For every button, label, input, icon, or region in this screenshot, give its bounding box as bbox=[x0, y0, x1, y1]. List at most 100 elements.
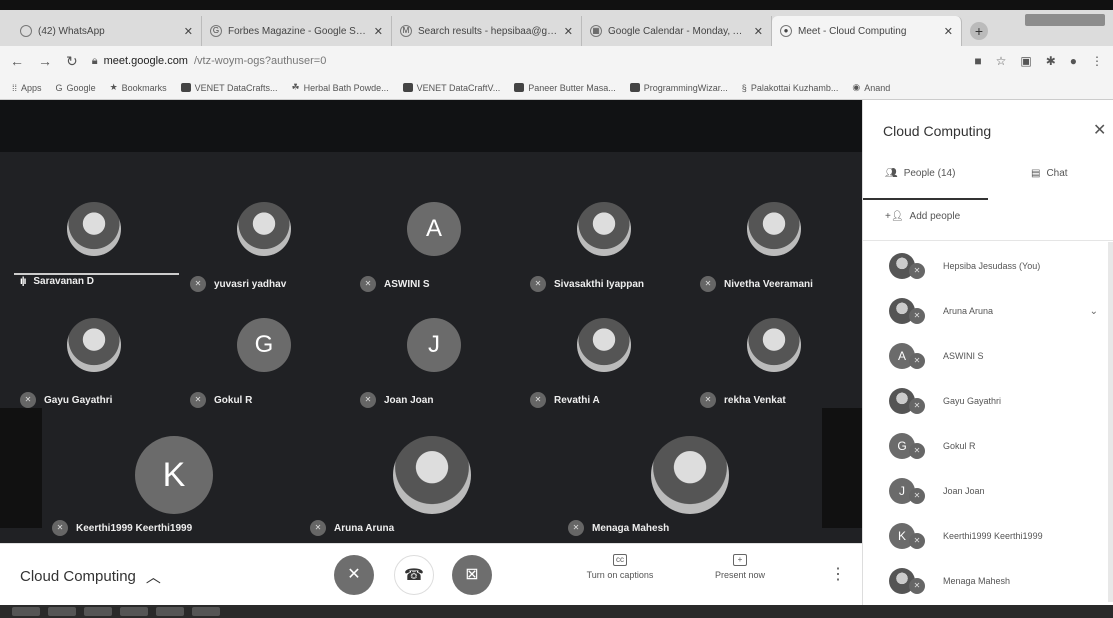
participant-name: rekha Venkat bbox=[724, 394, 786, 406]
participant-list-item[interactable]: A ✕ ASWINI S bbox=[863, 333, 1108, 379]
participant-list-item[interactable]: K ✕ Keerthi1999 Keerthi1999 bbox=[863, 513, 1108, 559]
participant-tile[interactable]: ✕ Sivasakthi Iyappan bbox=[518, 174, 690, 294]
more-options-icon[interactable]: ⋮ bbox=[830, 564, 846, 584]
add-person-icon: +👤︎ bbox=[885, 211, 904, 222]
participant-tile[interactable]: ✕ Revathi A bbox=[518, 290, 690, 410]
close-tab-icon[interactable]: ✕ bbox=[944, 25, 953, 38]
browser-tab[interactable]: ▦ Google Calendar - Monday, Au... ✕ bbox=[582, 16, 772, 46]
bookmark-item[interactable]: ☘ Herbal Bath Powde... bbox=[292, 82, 389, 93]
camera-off-icon: ⊠ bbox=[465, 566, 479, 583]
bookmark-item[interactable]: Paneer Butter Masa... bbox=[514, 83, 616, 93]
apps-icon: ⁞⁞ bbox=[12, 82, 18, 93]
close-icon[interactable]: ✕ bbox=[1093, 120, 1106, 140]
taskbar-item[interactable] bbox=[48, 607, 76, 616]
address-bar: ← → ↻ 🔒︎ meet.google.com/vtz-woym-ogs?au… bbox=[0, 46, 1113, 76]
star-icon: ★ bbox=[109, 82, 118, 92]
bookmark-item[interactable]: ★ Bookmarks bbox=[110, 82, 167, 93]
bookmark-item[interactable]: VENET DataCrafts... bbox=[180, 83, 278, 93]
participant-tile[interactable]: G ✕ Gokul R bbox=[178, 290, 350, 410]
url-field[interactable]: 🔒︎ meet.google.com/vtz-woym-ogs?authuser… bbox=[91, 51, 961, 71]
participant-name: Menaga Mahesh bbox=[592, 522, 670, 534]
mic-off-icon: ✕ bbox=[909, 533, 925, 549]
new-tab-button[interactable]: + bbox=[970, 22, 988, 40]
participant-list-item[interactable]: ✕ Aruna Aruna ⌄ bbox=[863, 288, 1108, 334]
participant-tile[interactable]: ✕ Gayu Gayathri bbox=[8, 290, 180, 410]
bookmark-item[interactable]: ProgrammingWizar... bbox=[629, 83, 728, 93]
window-controls[interactable] bbox=[1025, 14, 1105, 26]
taskbar-item[interactable] bbox=[120, 607, 148, 616]
meeting-name: Cloud Computing bbox=[20, 568, 136, 585]
meeting-details-toggle[interactable]: Cloud Computing ︿ bbox=[20, 566, 161, 587]
participant-avatar: K ✕ bbox=[889, 523, 925, 549]
participant-avatar: ✕ bbox=[889, 298, 925, 324]
participant-list-item[interactable]: J ✕ Joan Joan bbox=[863, 468, 1108, 514]
profile-avatar[interactable]: ● bbox=[1070, 54, 1077, 68]
forward-icon[interactable]: → bbox=[38, 53, 52, 69]
participant-tile[interactable]: K ✕ Keerthi1999 Keerthi1999 bbox=[52, 436, 260, 556]
reload-icon[interactable]: ↻ bbox=[66, 53, 78, 70]
mic-off-icon: ✕ bbox=[909, 443, 925, 459]
mic-toggle-button[interactable]: ✕ bbox=[334, 555, 374, 595]
participant-tile[interactable]: J ✕ Joan Joan bbox=[348, 290, 520, 410]
close-tab-icon[interactable]: ✕ bbox=[754, 25, 763, 38]
close-tab-icon[interactable]: ✕ bbox=[184, 25, 193, 38]
participant-tile[interactable]: A ✕ ASWINI S bbox=[348, 174, 520, 294]
bookmark-item[interactable]: ⁞⁞ Apps bbox=[12, 83, 42, 93]
participant-tile[interactable]: ✕ Aruna Aruna bbox=[310, 436, 518, 556]
close-tab-icon[interactable]: ✕ bbox=[374, 25, 383, 38]
participant-avatar bbox=[651, 436, 729, 514]
back-icon[interactable]: ← bbox=[10, 53, 24, 69]
mic-off-icon: ✕ bbox=[190, 392, 206, 408]
browser-tab[interactable]: (42) WhatsApp ✕ bbox=[12, 16, 202, 46]
taskbar-item[interactable] bbox=[156, 607, 184, 616]
extension-icon[interactable]: ▣ bbox=[1020, 54, 1031, 68]
participant-tile[interactable]: ✕ Menaga Mahesh bbox=[568, 436, 776, 556]
participant-list-item[interactable]: ✕ Hepsiba Jesudass (You) bbox=[863, 243, 1108, 289]
tab-people[interactable]: 👥︎ People (14) bbox=[885, 168, 955, 179]
captions-button[interactable]: cc Turn on captions bbox=[570, 554, 670, 580]
browser-tab[interactable]: G Forbes Magazine - Google Sea... ✕ bbox=[202, 16, 392, 46]
participant-tile[interactable]: ✕ yuvasri yadhav bbox=[178, 174, 350, 294]
participant-name: Joan Joan bbox=[943, 486, 985, 496]
leave-call-button[interactable]: ☎ bbox=[394, 555, 434, 595]
participant-list-item[interactable]: ✕ Gayu Gayathri bbox=[863, 378, 1108, 424]
browser-menu-icon[interactable]: ⋮ bbox=[1091, 54, 1103, 68]
active-speaker-bar bbox=[14, 273, 179, 275]
participant-tile[interactable]: ı|ı Saravanan D bbox=[8, 174, 180, 294]
present-now-button[interactable]: + Present now bbox=[705, 554, 775, 580]
participant-list-item[interactable]: ✕ Menaga Mahesh bbox=[863, 558, 1108, 604]
participant-avatar: J ✕ bbox=[889, 478, 925, 504]
bookmark-item[interactable]: G Google bbox=[56, 83, 96, 93]
participant-list-item[interactable]: G ✕ Gokul R bbox=[863, 423, 1108, 469]
mic-off-icon: ✕ bbox=[20, 392, 36, 408]
mic-off-icon: ✕ bbox=[909, 263, 925, 279]
bookmark-item[interactable]: ◉ Anand bbox=[852, 82, 890, 93]
mic-off-icon: ✕ bbox=[530, 392, 546, 408]
puzzle-icon[interactable]: ✱ bbox=[1046, 54, 1056, 68]
taskbar-item[interactable] bbox=[84, 607, 112, 616]
participant-tile[interactable]: ✕ Nivetha Veeramani bbox=[688, 174, 860, 294]
url-host: meet.google.com bbox=[103, 55, 188, 67]
chevron-up-icon: ︿ bbox=[145, 569, 161, 586]
chevron-down-icon[interactable]: ⌄ bbox=[1090, 306, 1098, 317]
present-label: Present now bbox=[714, 570, 766, 580]
browser-tab-active[interactable]: ● Meet - Cloud Computing ✕ bbox=[772, 16, 962, 46]
participant-avatar: K bbox=[135, 436, 213, 514]
participant-tile[interactable]: ✕ rekha Venkat bbox=[688, 290, 860, 410]
close-tab-icon[interactable]: ✕ bbox=[564, 25, 573, 38]
bookmark-favicon: ◉ bbox=[852, 82, 861, 92]
tab-chat[interactable]: ▤ Chat bbox=[1031, 168, 1068, 179]
star-icon[interactable]: ☆ bbox=[996, 54, 1007, 68]
taskbar-item[interactable] bbox=[192, 607, 220, 616]
bookmark-item[interactable]: VENET DataCraftV... bbox=[402, 83, 500, 93]
add-people-button[interactable]: +👤︎ Add people bbox=[885, 211, 960, 222]
panel-scrollbar[interactable] bbox=[1108, 242, 1113, 602]
meet-icon: ● bbox=[780, 25, 792, 37]
participant-avatar bbox=[577, 318, 631, 372]
bookmark-item[interactable]: § Palakottai Kuzhamb... bbox=[742, 83, 839, 93]
camera-indicator-icon[interactable]: ■ bbox=[974, 54, 981, 68]
browser-tab[interactable]: M Search results - hepsibaa@gm... ✕ bbox=[392, 16, 582, 46]
participant-name: Gokul R bbox=[943, 441, 976, 451]
taskbar-item[interactable] bbox=[12, 607, 40, 616]
camera-toggle-button[interactable]: ⊠ bbox=[452, 555, 492, 595]
